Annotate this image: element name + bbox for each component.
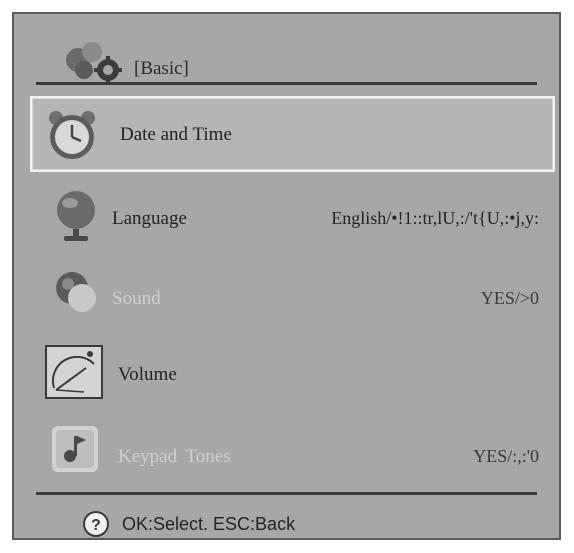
footer-hint-text: OK:Select. ESC:Back [122,514,296,534]
menu-header: [Basic] [64,38,364,86]
menu-item-label: Language [112,208,187,229]
header-divider [36,82,537,85]
menu-item-label: Volume [118,364,177,385]
menu-item-label: Keypad Tones [118,446,231,467]
music-note-icon [52,426,98,472]
svg-text:?: ? [91,517,101,534]
menu-item-value: YES/:,:'0 [473,446,539,466]
speaker-icon [56,272,96,312]
menu-item-value: YES/>0 [480,288,539,308]
clock-icon [49,111,95,159]
page-title: [Basic] [134,58,189,79]
footer-divider [36,492,537,495]
gauge-icon [45,345,103,399]
menu-item-label: Sound [112,288,161,309]
menu-item-keypad-tones[interactable]: Keypad Tones YES/:,:'0 [30,414,555,490]
settings-panel: [Basic] Date and Time Language English/•… [12,12,561,540]
globe-icon [57,191,95,241]
menu-item-language[interactable]: Language English/•!1::tr,lU,:/'t{U,:•j,y… [30,178,555,254]
help-icon: ? [83,511,109,537]
footer-hint-bar: ? OK:Select. ESC:Back [82,510,482,540]
gear-cluster-icon [66,42,122,84]
menu-item-date-and-time[interactable]: Date and Time [30,96,555,172]
menu-item-value: English/•!1::tr,lU,:/'t{U,:•j,y: [331,208,539,228]
menu-item-volume[interactable]: Volume [30,336,555,412]
menu-item-sound[interactable]: Sound YES/>0 [30,258,555,334]
menu-item-label: Date and Time [120,124,232,145]
